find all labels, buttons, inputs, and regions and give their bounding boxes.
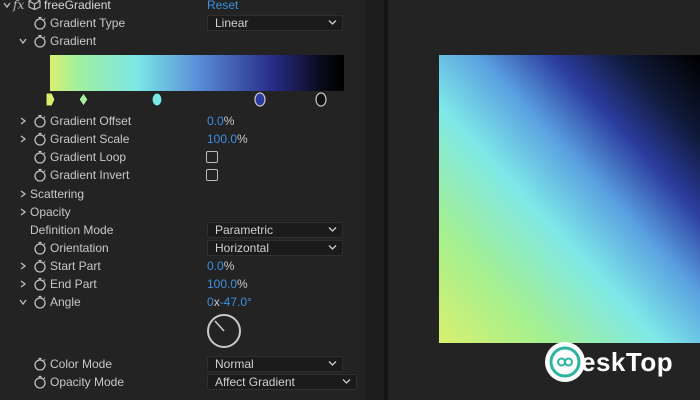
gradient-stop-marker[interactable] [151, 92, 163, 110]
stopwatch-icon[interactable] [33, 132, 47, 146]
gradient-loop-label: Gradient Loop [50, 150, 127, 164]
reset-link[interactable]: Reset [207, 0, 238, 14]
start-part-label: Start Part [50, 259, 101, 273]
gradient-type-row: Gradient Type Linear [0, 14, 365, 32]
chevron-right-icon[interactable] [19, 280, 27, 288]
stopwatch-icon[interactable] [33, 357, 47, 371]
chevron-down-icon [328, 245, 337, 250]
chevron-right-icon[interactable] [19, 135, 27, 143]
color-mode-label: Color Mode [50, 357, 113, 371]
watermark-logo-icon [545, 342, 585, 382]
gradient-invert-row: Gradient Invert [0, 166, 365, 184]
start-part-row: Start Part 0.0% [0, 257, 365, 275]
gradient-label: Gradient [50, 34, 97, 48]
gradient-ramp[interactable] [50, 55, 344, 91]
gradient-preview-canvas [439, 55, 700, 343]
gradient-stop-marker[interactable] [78, 92, 89, 110]
orientation-dropdown[interactable]: Horizontal [207, 240, 343, 256]
gradient-type-value: Linear [215, 16, 249, 30]
definition-mode-row: Definition Mode Parametric [0, 221, 365, 239]
opacity-label: Opacity [30, 205, 71, 219]
chevron-down-icon [342, 379, 351, 384]
opacity-mode-dropdown[interactable]: Affect Gradient [207, 374, 357, 390]
scattering-group[interactable]: Scattering [0, 185, 365, 203]
chevron-down-icon [328, 20, 337, 25]
effect-package-icon [28, 0, 41, 15]
gradient-offset-row: Gradient Offset 0.0% [0, 112, 365, 130]
gradient-loop-checkbox[interactable] [206, 151, 218, 163]
stopwatch-icon[interactable] [33, 114, 47, 128]
watermark: eskTop [545, 342, 674, 382]
start-part-value[interactable]: 0.0% [207, 257, 234, 275]
gradient-offset-value[interactable]: 0.0% [207, 112, 234, 130]
color-mode-row: Color Mode Normal [0, 355, 365, 373]
gradient-scale-label: Gradient Scale [50, 132, 130, 146]
gradient-offset-label: Gradient Offset [50, 114, 132, 128]
gradient-scale-row: Gradient Scale 100.0% [0, 130, 365, 148]
end-part-row: End Part 100.0% [0, 275, 365, 293]
orientation-row: Orientation Horizontal [0, 239, 365, 257]
gradient-invert-checkbox[interactable] [206, 169, 218, 181]
definition-mode-value: Parametric [215, 223, 274, 237]
gradient-stop-marker[interactable] [254, 92, 266, 110]
definition-mode-dropdown[interactable]: Parametric [207, 222, 343, 238]
opacity-group[interactable]: Opacity [0, 203, 365, 221]
chevron-down-icon[interactable] [19, 37, 27, 45]
stopwatch-icon[interactable] [33, 259, 47, 273]
watermark-text: eskTop [581, 346, 674, 377]
stopwatch-icon[interactable] [33, 375, 47, 389]
gradient-scale-value[interactable]: 100.0% [207, 130, 248, 148]
end-part-label: End Part [50, 277, 97, 291]
definition-mode-label: Definition Mode [30, 223, 114, 237]
chevron-down-icon [328, 361, 337, 366]
stopwatch-icon[interactable] [33, 150, 47, 164]
chevron-down-icon[interactable] [19, 298, 27, 306]
chevron-right-icon[interactable] [19, 190, 27, 198]
fx-icon[interactable]: fx [13, 0, 24, 14]
chevron-right-icon[interactable] [19, 117, 27, 125]
angle-dial[interactable] [207, 314, 241, 348]
chevron-down-icon[interactable] [3, 1, 11, 9]
stopwatch-icon[interactable] [33, 295, 47, 309]
stopwatch-icon[interactable] [33, 241, 47, 255]
orientation-value: Horizontal [215, 241, 270, 255]
opacity-mode-row: Opacity Mode Affect Gradient [0, 373, 365, 391]
scattering-label: Scattering [30, 187, 85, 201]
stopwatch-icon[interactable] [33, 34, 47, 48]
effect-controls-panel: fx freeGradient Reset Gradient Type Line… [0, 0, 365, 400]
gradient-stop-marker[interactable] [45, 92, 56, 110]
opacity-mode-label: Opacity Mode [50, 375, 125, 389]
stopwatch-icon[interactable] [33, 168, 47, 182]
gradient-loop-row: Gradient Loop [0, 148, 365, 166]
angle-dial-needle [214, 320, 225, 332]
color-mode-value: Normal [215, 357, 254, 371]
angle-row: Angle 0x-47.0° [0, 293, 365, 311]
angle-label: Angle [50, 295, 81, 309]
effect-name: freeGradient [44, 0, 111, 12]
stopwatch-icon[interactable] [33, 16, 47, 30]
opacity-mode-value: Affect Gradient [215, 375, 295, 389]
chevron-down-icon [328, 227, 337, 232]
gradient-type-label: Gradient Type [50, 16, 126, 30]
gradient-type-dropdown[interactable]: Linear [207, 15, 343, 31]
gradient-invert-label: Gradient Invert [50, 168, 130, 182]
angle-value[interactable]: 0x-47.0° [207, 293, 252, 311]
orientation-label: Orientation [50, 241, 109, 255]
color-mode-dropdown[interactable]: Normal [207, 356, 343, 372]
stopwatch-icon[interactable] [33, 277, 47, 291]
gradient-stop-marker[interactable] [315, 92, 327, 110]
chevron-right-icon[interactable] [19, 208, 27, 216]
end-part-value[interactable]: 100.0% [207, 275, 248, 293]
chevron-right-icon[interactable] [19, 262, 27, 270]
gradient-row: Gradient [0, 32, 365, 50]
